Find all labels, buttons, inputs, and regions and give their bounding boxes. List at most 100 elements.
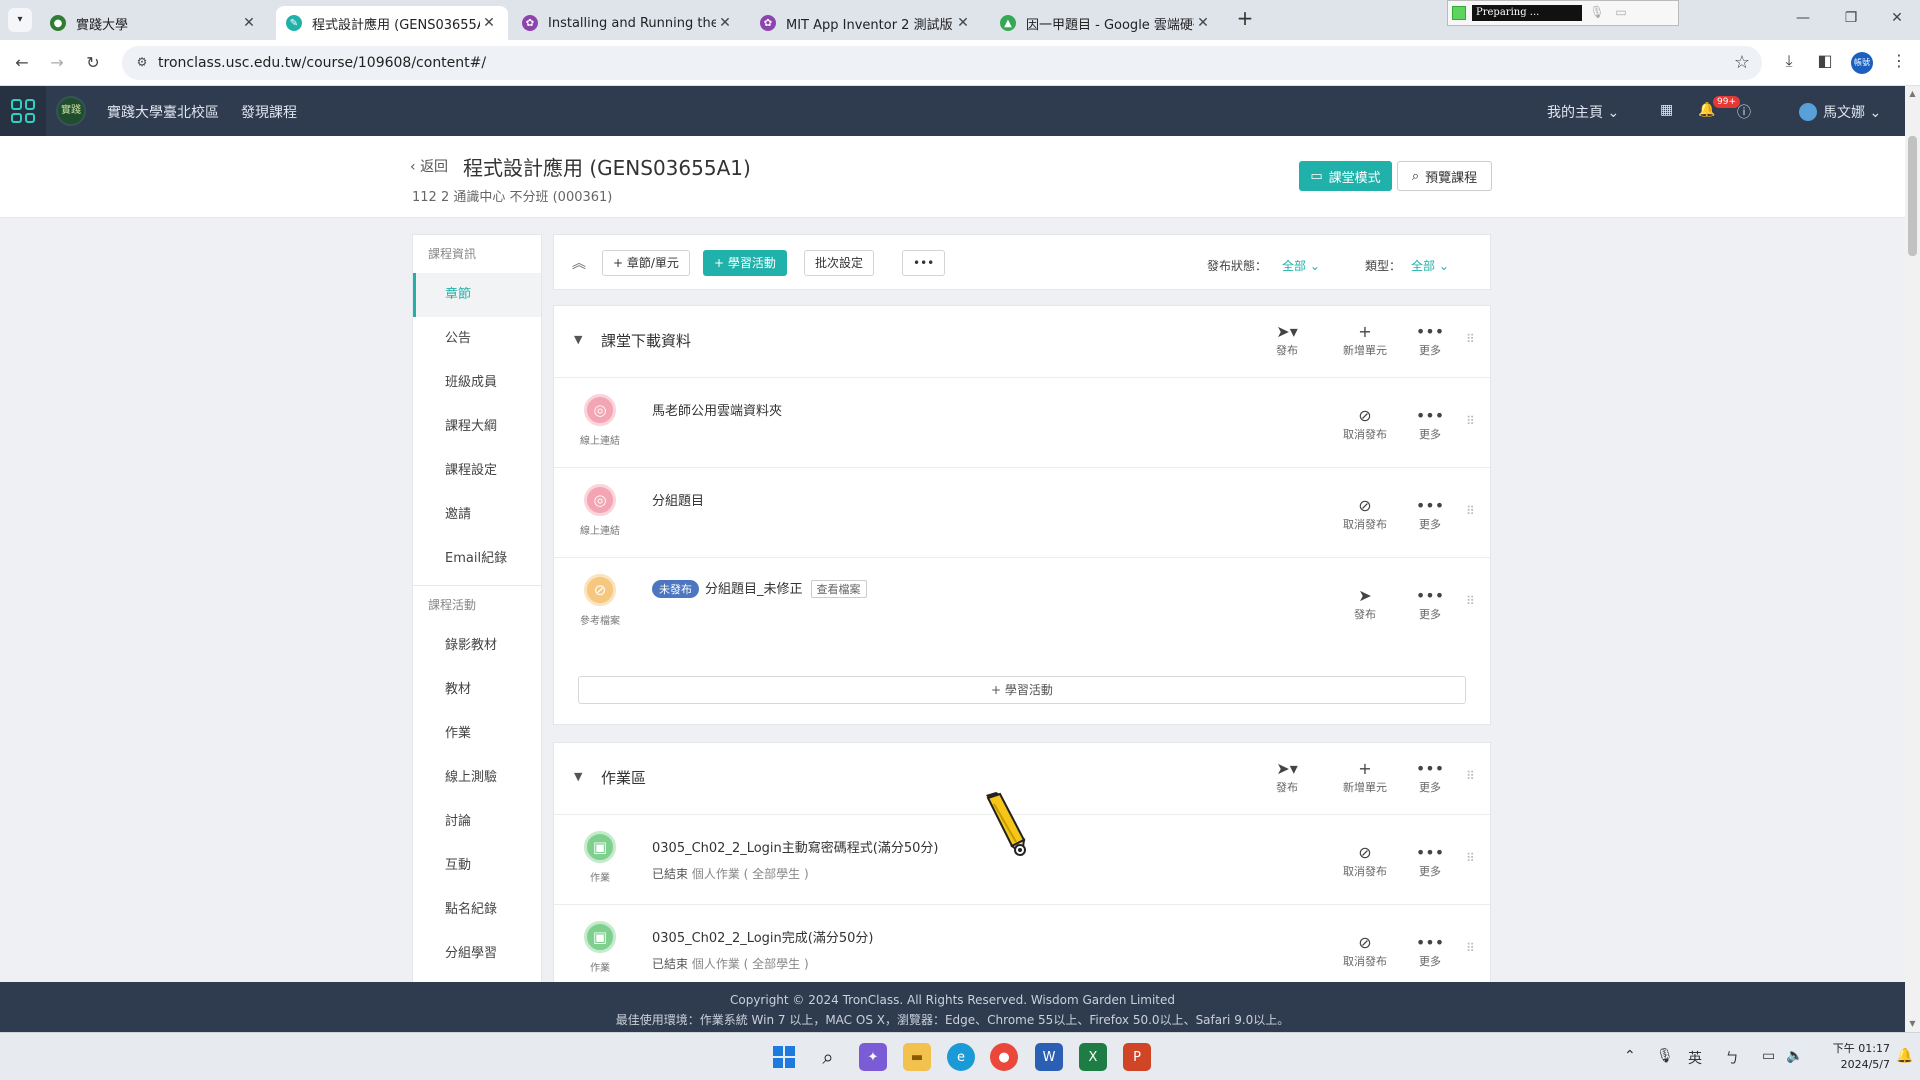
sidebar-item-materials[interactable]: 教材 <box>413 668 541 712</box>
microphone-icon[interactable]: 🎙 <box>1588 5 1606 21</box>
word-icon[interactable]: W <box>1035 1043 1063 1071</box>
calendar-icon[interactable]: ▦ <box>1660 102 1673 118</box>
scroll-down-arrow-icon[interactable]: ▼ <box>1905 1016 1920 1032</box>
sidebar-item-chapters[interactable]: 章節 <box>413 273 541 317</box>
network-icon[interactable]: ▭ <box>1762 1048 1775 1064</box>
browser-tab[interactable]: ● 實踐大學 ✕ <box>40 6 268 40</box>
user-menu[interactable]: 馬文娜 ⌄ <box>1823 102 1881 122</box>
school-logo[interactable]: 實踐 <box>56 96 86 126</box>
screen-recorder-widget[interactable]: Preparing ... 🎙 ▭ <box>1447 0 1679 26</box>
preview-course-button[interactable]: ⌕ 預覽課程 <box>1397 161 1492 191</box>
file-explorer-icon[interactable]: ▬ <box>903 1043 931 1071</box>
bookmark-star-icon[interactable]: ☆ <box>1734 52 1750 73</box>
activity-title[interactable]: 馬老師公用雲端資料夾 <box>652 400 782 419</box>
sidebar-item-attendance[interactable]: 點名紀錄 <box>413 888 541 932</box>
new-unit-action[interactable]: + 新增單元 <box>1335 322 1395 358</box>
my-home-menu[interactable]: 我的主頁 ⌄ <box>1547 102 1619 122</box>
close-tab-icon[interactable]: ✕ <box>716 15 734 31</box>
nav-link-discover-courses[interactable]: 發現課程 <box>241 102 297 122</box>
batch-settings-button[interactable]: 批次設定 <box>804 250 875 276</box>
profile-avatar[interactable]: 帳號 <box>1851 52 1873 74</box>
unpublish-action[interactable]: ⊘ 取消發布 <box>1335 933 1395 969</box>
close-tab-icon[interactable]: ✕ <box>240 15 258 31</box>
more-action[interactable]: ••• 更多 <box>1400 586 1460 622</box>
unpublish-action[interactable]: ⊘ 取消發布 <box>1335 406 1395 442</box>
copilot-icon[interactable]: ✦ <box>859 1043 887 1071</box>
forward-arrow-icon[interactable]: → <box>46 52 68 74</box>
user-avatar[interactable] <box>1799 103 1817 121</box>
sidebar-item-members[interactable]: 班級成員 <box>413 361 541 405</box>
scroll-thumb[interactable] <box>1908 136 1917 256</box>
collapse-caret-icon[interactable]: ▼ <box>574 333 582 346</box>
class-mode-button[interactable]: ▭ 課堂模式 <box>1299 161 1392 191</box>
sidebar-item-email-log[interactable]: Email紀錄 <box>413 537 541 581</box>
activity-row[interactable]: ◎ 線上連結 分組題目 ⊘ 取消發布 ••• 更多 ⠿ <box>554 468 1490 558</box>
add-learning-activity-button[interactable]: + 學習活動 <box>578 676 1466 704</box>
volume-icon[interactable]: 🔈 <box>1786 1048 1803 1064</box>
powerpoint-icon[interactable]: P <box>1123 1043 1151 1071</box>
more-action[interactable]: ••• 更多 <box>1400 496 1460 532</box>
more-action[interactable]: ••• 更多 <box>1400 406 1460 442</box>
tray-overflow-icon[interactable]: ⌃ <box>1624 1048 1636 1064</box>
activity-row[interactable]: ⊘ 參考檔案 未發布 分組題目_未修正 查看檔案 ➤ 發布 ••• 更多 ⠿ <box>554 558 1490 648</box>
more-action[interactable]: ••• 更多 <box>1400 322 1460 358</box>
activity-title[interactable]: 0305_Ch02_2_Login主動寫密碼程式(滿分50分) <box>652 837 938 856</box>
add-activity-button[interactable]: + 學習活動 <box>703 250 787 276</box>
browser-tab-active[interactable]: ✎ 程式設計應用 (GENS03655A1) ✕ <box>276 6 508 40</box>
tray-microphone-icon[interactable]: 🎙 <box>1656 1048 1674 1064</box>
drag-handle-icon[interactable]: ⠿ <box>1466 770 1476 782</box>
site-info-icon[interactable]: ⚙ <box>134 55 150 71</box>
download-icon[interactable]: ⤓ <box>1778 51 1800 71</box>
activity-title[interactable]: 分組題目_未修正 <box>705 582 803 597</box>
url-text[interactable]: tronclass.usc.edu.tw/course/109608/conte… <box>158 55 486 71</box>
browser-tab[interactable]: ✿ Installing and Running the En ✕ <box>512 6 744 40</box>
sidebar-item-invite[interactable]: 邀請 <box>413 493 541 537</box>
restore-icon[interactable]: ❐ <box>1841 10 1861 26</box>
back-arrow-icon[interactable]: ← <box>11 52 33 74</box>
side-panel-icon[interactable]: ◧ <box>1814 51 1836 70</box>
camera-icon[interactable]: ▭ <box>1612 5 1630 21</box>
sidebar-item-group-learning[interactable]: 分組學習 <box>413 932 541 976</box>
minimize-icon[interactable]: — <box>1793 10 1813 26</box>
reload-icon[interactable]: ↻ <box>82 52 104 74</box>
sidebar-item-homework[interactable]: 作業 <box>413 712 541 756</box>
collapse-caret-icon[interactable]: ▼ <box>574 770 582 783</box>
activity-title[interactable]: 分組題目 <box>652 490 704 509</box>
browser-tab[interactable]: ▲ 因一甲題目 - Google 雲端硬碟 ✕ <box>990 6 1222 40</box>
drag-handle-icon[interactable]: ⠿ <box>1466 505 1476 517</box>
ime-indicator[interactable]: 英 <box>1688 1048 1702 1068</box>
sidebar-item-videos[interactable]: 錄影教材 <box>413 624 541 668</box>
type-filter-dropdown[interactable]: 全部 ⌄ <box>1411 257 1449 274</box>
page-scrollbar[interactable]: ▲ ▼ <box>1905 86 1920 1032</box>
sidebar-item-quizzes[interactable]: 線上測驗 <box>413 756 541 800</box>
close-tab-icon[interactable]: ✕ <box>954 15 972 31</box>
add-chapter-button[interactable]: + 章節/單元 <box>602 250 690 276</box>
sidebar-item-interaction[interactable]: 互動 <box>413 844 541 888</box>
nav-link-campus[interactable]: 實踐大學臺北校區 <box>107 102 219 122</box>
unpublish-action[interactable]: ⊘ 取消發布 <box>1335 496 1395 532</box>
sidebar-item-syllabus[interactable]: 課程大綱 <box>413 405 541 449</box>
drag-handle-icon[interactable]: ⠿ <box>1466 942 1476 954</box>
browser-menu-icon[interactable]: ⋮ <box>1888 51 1910 70</box>
new-unit-action[interactable]: + 新增單元 <box>1335 759 1395 795</box>
more-action[interactable]: ••• 更多 <box>1400 759 1460 795</box>
unpublish-action[interactable]: ⊘ 取消發布 <box>1335 843 1395 879</box>
tab-search-button[interactable]: ▾ <box>8 8 32 32</box>
close-window-icon[interactable]: ✕ <box>1887 10 1907 26</box>
status-filter-dropdown[interactable]: 全部 ⌄ <box>1282 257 1320 274</box>
ime-mode-icon[interactable]: ㄅ <box>1725 1048 1739 1068</box>
drag-handle-icon[interactable]: ⠿ <box>1466 415 1476 427</box>
view-file-button[interactable]: 查看檔案 <box>810 580 867 598</box>
app-switcher-icon[interactable] <box>0 86 46 136</box>
sidebar-item-announcements[interactable]: 公告 <box>413 317 541 361</box>
close-tab-icon[interactable]: ✕ <box>480 15 498 31</box>
back-link[interactable]: ‹ 返回 <box>410 156 448 176</box>
address-bar[interactable]: ⚙ tronclass.usc.edu.tw/course/109608/con… <box>122 46 1762 80</box>
new-tab-icon[interactable]: + <box>1234 8 1256 30</box>
search-icon[interactable]: ⌕ <box>814 1043 842 1071</box>
system-clock[interactable]: 下午 01:17 2024/5/7 <box>1820 1041 1890 1073</box>
edge-browser-icon[interactable]: e <box>947 1043 975 1071</box>
drag-handle-icon[interactable]: ⠿ <box>1466 595 1476 607</box>
collapse-all-icon[interactable]: ︽ <box>572 253 586 273</box>
publish-action[interactable]: ➤▾ 發布 <box>1257 322 1317 358</box>
